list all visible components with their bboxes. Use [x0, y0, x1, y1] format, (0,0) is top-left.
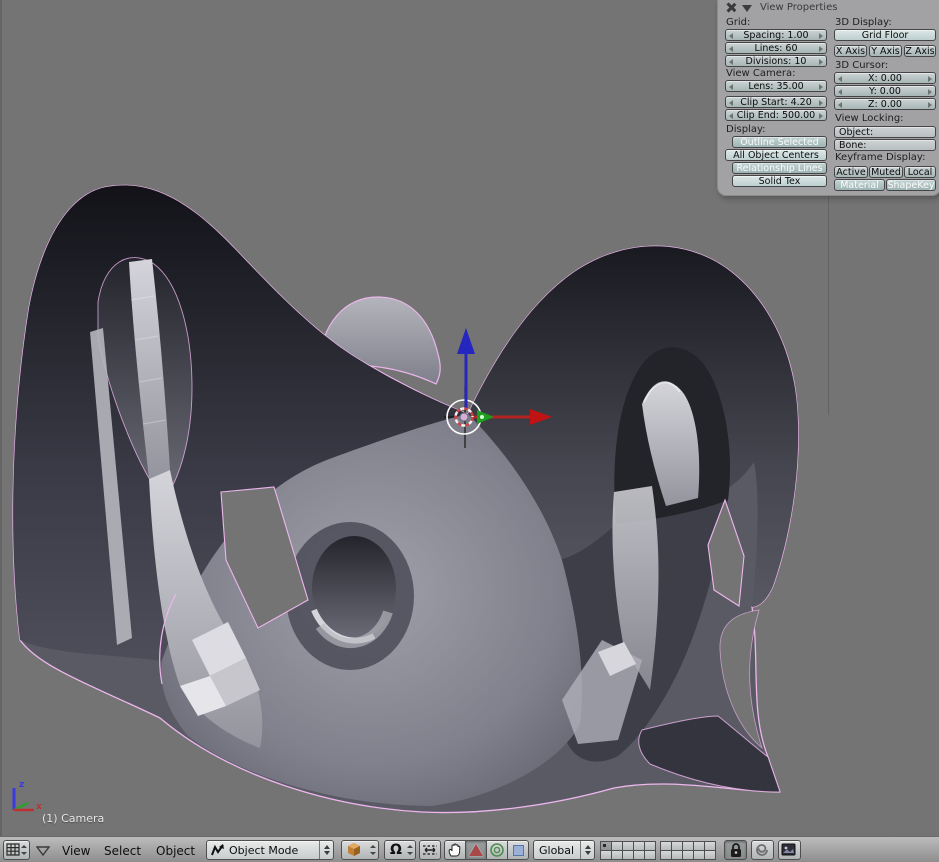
- view-locking-section-label: View Locking:: [835, 113, 904, 124]
- keyframe-local-toggle[interactable]: Local: [904, 166, 936, 178]
- grid-floor-toggle[interactable]: Grid Floor: [834, 29, 936, 41]
- grid-spacing-field[interactable]: Spacing: 1.00: [725, 29, 827, 41]
- orientation-stepper[interactable]: [580, 841, 594, 859]
- keyframe-display-section-label: Keyframe Display:: [835, 152, 925, 163]
- proportional-snap-button[interactable]: [751, 840, 774, 860]
- grid-section-label: Grid:: [726, 17, 750, 28]
- active-layer-dot: [603, 844, 606, 847]
- orientation-dropdown[interactable]: Global: [533, 840, 595, 860]
- layer-group-2: [660, 841, 717, 860]
- x-axis-toggle[interactable]: X Axis: [834, 45, 867, 57]
- gizmo-x-label: x: [36, 802, 42, 812]
- hand-icon: [447, 842, 463, 858]
- layer-button[interactable]: [704, 850, 716, 860]
- pivot-stepper[interactable]: [407, 844, 413, 856]
- cursor-y-field[interactable]: Y: 0.00: [834, 85, 936, 97]
- menu-view[interactable]: View: [62, 844, 90, 858]
- cursor-z-field[interactable]: Z: 0.00: [834, 98, 936, 110]
- keyframe-active-toggle[interactable]: Active: [834, 166, 868, 178]
- gizmo-z-label: z: [19, 780, 24, 790]
- editor-type-button[interactable]: [3, 840, 30, 860]
- layer-button[interactable]: [644, 850, 656, 860]
- manipulator-toggle[interactable]: [444, 840, 466, 860]
- clip-start-field[interactable]: Clip Start: 4.20: [725, 96, 827, 108]
- rotate-manipulator-toggle[interactable]: [486, 840, 508, 860]
- display-section-label: Display:: [726, 124, 766, 135]
- solid-cube-icon: [346, 842, 362, 858]
- draw-mode-stepper[interactable]: [370, 844, 376, 856]
- mode-dropdown-label: Object Mode: [229, 844, 298, 857]
- editor-type-stepper[interactable]: [21, 844, 27, 856]
- solid-tex-toggle[interactable]: Solid Tex: [732, 175, 827, 187]
- relationship-lines-toggle[interactable]: Relationship Lines: [732, 162, 827, 174]
- menu-select[interactable]: Select: [104, 844, 141, 858]
- pivot-rotation-icon: Ω: [390, 841, 402, 859]
- lock-bone-field[interactable]: Bone:: [834, 139, 936, 151]
- active-camera-label: (1) Camera: [42, 812, 104, 825]
- panel-collapse-icon[interactable]: [742, 5, 752, 12]
- translate-manipulator-toggle[interactable]: [465, 840, 487, 860]
- cursor-x-field[interactable]: X: 0.00: [834, 72, 936, 84]
- lock-layers-toggle[interactable]: [724, 840, 747, 860]
- move-centers-icon: [421, 843, 439, 857]
- move-centers-toggle[interactable]: [419, 840, 441, 860]
- padlock-icon: [729, 843, 743, 858]
- render-image-icon: [781, 843, 797, 857]
- viewport-header: View Select Object Object Mode Ω: [0, 836, 939, 862]
- outline-selected-toggle[interactable]: Outline Selected: [732, 136, 827, 148]
- grid-divisions-field[interactable]: Divisions: 10: [725, 55, 827, 67]
- menu-object[interactable]: Object: [156, 844, 195, 858]
- view-camera-section-label: View Camera:: [726, 68, 796, 79]
- header-collapse-icon[interactable]: [36, 846, 50, 856]
- orientation-label: Global: [539, 844, 574, 857]
- view-axis-gizmo: z x: [6, 780, 46, 820]
- object-mode-icon: [210, 843, 225, 857]
- layer-group-1: [600, 841, 657, 860]
- y-axis-arrow-dot: [480, 415, 484, 419]
- clip-end-field[interactable]: Clip End: 500.00: [725, 109, 827, 121]
- pivot-dropdown[interactable]: Ω: [384, 840, 416, 860]
- lens-field[interactable]: Lens: 35.00: [725, 80, 827, 92]
- render-preview-button[interactable]: [778, 840, 801, 860]
- rotate-circles-icon: [489, 842, 505, 858]
- keyframe-material-toggle[interactable]: Material: [834, 179, 885, 191]
- z-axis-arrow-head[interactable]: [457, 328, 475, 354]
- grid-editor-icon: [6, 843, 22, 857]
- blender-window: z x (1) Camera View Properties Grid: Spa…: [0, 0, 939, 862]
- pivot-center-dot: [460, 413, 468, 421]
- mode-dropdown[interactable]: Object Mode: [206, 840, 334, 860]
- draw-mode-dropdown[interactable]: [341, 840, 379, 860]
- y-axis-toggle[interactable]: Y Axis: [869, 45, 902, 57]
- 3d-display-section-label: 3D Display:: [835, 17, 892, 28]
- panel-title: View Properties: [760, 2, 837, 13]
- lock-object-field[interactable]: Object:: [834, 126, 936, 138]
- mode-dropdown-stepper[interactable]: [319, 841, 333, 859]
- 3d-cursor-section-label: 3D Cursor:: [835, 60, 888, 71]
- panel-close-icon[interactable]: [726, 3, 735, 12]
- all-object-centers-toggle[interactable]: All Object Centers: [725, 149, 827, 161]
- scale-square-icon: [513, 845, 524, 856]
- z-axis-toggle[interactable]: Z Axis: [904, 45, 936, 57]
- keyframe-shapekey-toggle[interactable]: ShapeKey: [886, 179, 936, 191]
- coil-icon: [754, 842, 770, 858]
- 3d-viewport[interactable]: z x (1) Camera View Properties Grid: Spa…: [0, 0, 939, 836]
- translate-triangle-icon: [469, 844, 483, 856]
- view-properties-panel: View Properties Grid: Spacing: 1.00 Line…: [717, 0, 939, 196]
- sculpture-mesh[interactable]: [13, 185, 798, 812]
- scale-manipulator-toggle[interactable]: [507, 840, 529, 860]
- grid-lines-field[interactable]: Lines: 60: [725, 42, 827, 54]
- keyframe-muted-toggle[interactable]: Muted: [869, 166, 903, 178]
- panel-seam-line: [828, 196, 829, 415]
